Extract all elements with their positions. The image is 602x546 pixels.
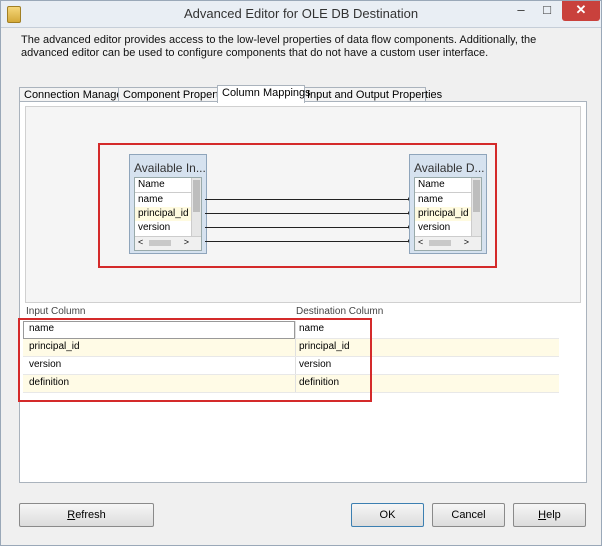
destination-column-item[interactable]: version — [415, 221, 472, 235]
scroll-thumb[interactable] — [429, 240, 451, 246]
destination-column-item[interactable]: name — [415, 193, 472, 207]
input-vertical-scrollbar[interactable] — [191, 178, 201, 236]
refresh-label-post: efresh — [75, 509, 106, 521]
scroll-right-icon[interactable]: > — [464, 237, 469, 247]
destination-horizontal-scrollbar[interactable]: < > — [415, 236, 481, 250]
destination-columns-header: Name — [415, 178, 472, 193]
input-column-item[interactable]: principal_id — [135, 207, 192, 221]
mapping-grid[interactable]: Input Column Destination Column name nam… — [18, 304, 586, 482]
scroll-thumb[interactable] — [149, 240, 171, 246]
input-column-item[interactable]: version — [135, 221, 192, 235]
help-label-post: elp — [546, 509, 561, 521]
highlight-box-grid — [18, 318, 372, 402]
refresh-label-mnemonic: R — [67, 509, 76, 521]
tab-input-output-properties[interactable]: Input and Output Properties — [302, 87, 442, 102]
description-text: The advanced editor provides access to t… — [21, 34, 537, 59]
input-horizontal-scrollbar[interactable]: < > — [135, 236, 201, 250]
available-input-columns-table[interactable]: Available In... Name name principal_id v… — [129, 154, 207, 254]
scroll-left-icon[interactable]: < — [138, 237, 143, 247]
maximize-button[interactable]: □ — [534, 1, 560, 21]
mapping-line[interactable] — [205, 241, 409, 242]
destination-column-header[interactable]: Destination Column — [296, 306, 383, 317]
mapping-designer[interactable]: Available In... Name name principal_id v… — [25, 106, 581, 303]
scroll-thumb[interactable] — [473, 180, 480, 212]
input-column-header[interactable]: Input Column — [26, 306, 85, 317]
mapping-line[interactable] — [205, 199, 409, 200]
scroll-thumb[interactable] — [193, 180, 200, 212]
mapping-line[interactable] — [205, 227, 409, 228]
tab-connection-managers[interactable]: Connection Managers — [19, 87, 132, 102]
input-columns-header: Name — [135, 178, 192, 193]
destination-vertical-scrollbar[interactable] — [471, 178, 481, 236]
refresh-button[interactable]: Refresh — [19, 503, 154, 527]
scroll-left-icon[interactable]: < — [418, 237, 423, 247]
help-label-mnemonic: H — [538, 509, 547, 521]
help-button[interactable]: Help — [513, 503, 586, 527]
minimize-button[interactable]: – — [508, 1, 534, 21]
close-button[interactable]: ✕ — [562, 1, 600, 21]
scroll-right-icon[interactable]: > — [184, 237, 189, 247]
cancel-button[interactable]: Cancel — [432, 503, 505, 527]
tab-component-properties[interactable]: Component Properties — [118, 87, 233, 102]
input-column-item[interactable]: name — [135, 193, 192, 207]
column-mappings-panel: Available In... Name name principal_id v… — [18, 101, 587, 483]
destination-table-title: Available D... — [414, 161, 485, 175]
title-bar[interactable]: Advanced Editor for OLE DB Destination –… — [1, 1, 601, 28]
tab-column-mappings[interactable]: Column Mappings — [217, 85, 311, 103]
ok-button[interactable]: OK — [351, 503, 424, 527]
available-destination-columns-table[interactable]: Available D... Name name principal_id ve… — [409, 154, 487, 254]
destination-columns-list[interactable]: Name name principal_id version < > — [414, 177, 482, 251]
dialog-window: Advanced Editor for OLE DB Destination –… — [0, 0, 602, 546]
mapping-line[interactable] — [205, 213, 409, 214]
input-columns-list[interactable]: Name name principal_id version < > — [134, 177, 202, 251]
input-table-title: Available In... — [134, 161, 206, 175]
destination-column-item[interactable]: principal_id — [415, 207, 472, 221]
